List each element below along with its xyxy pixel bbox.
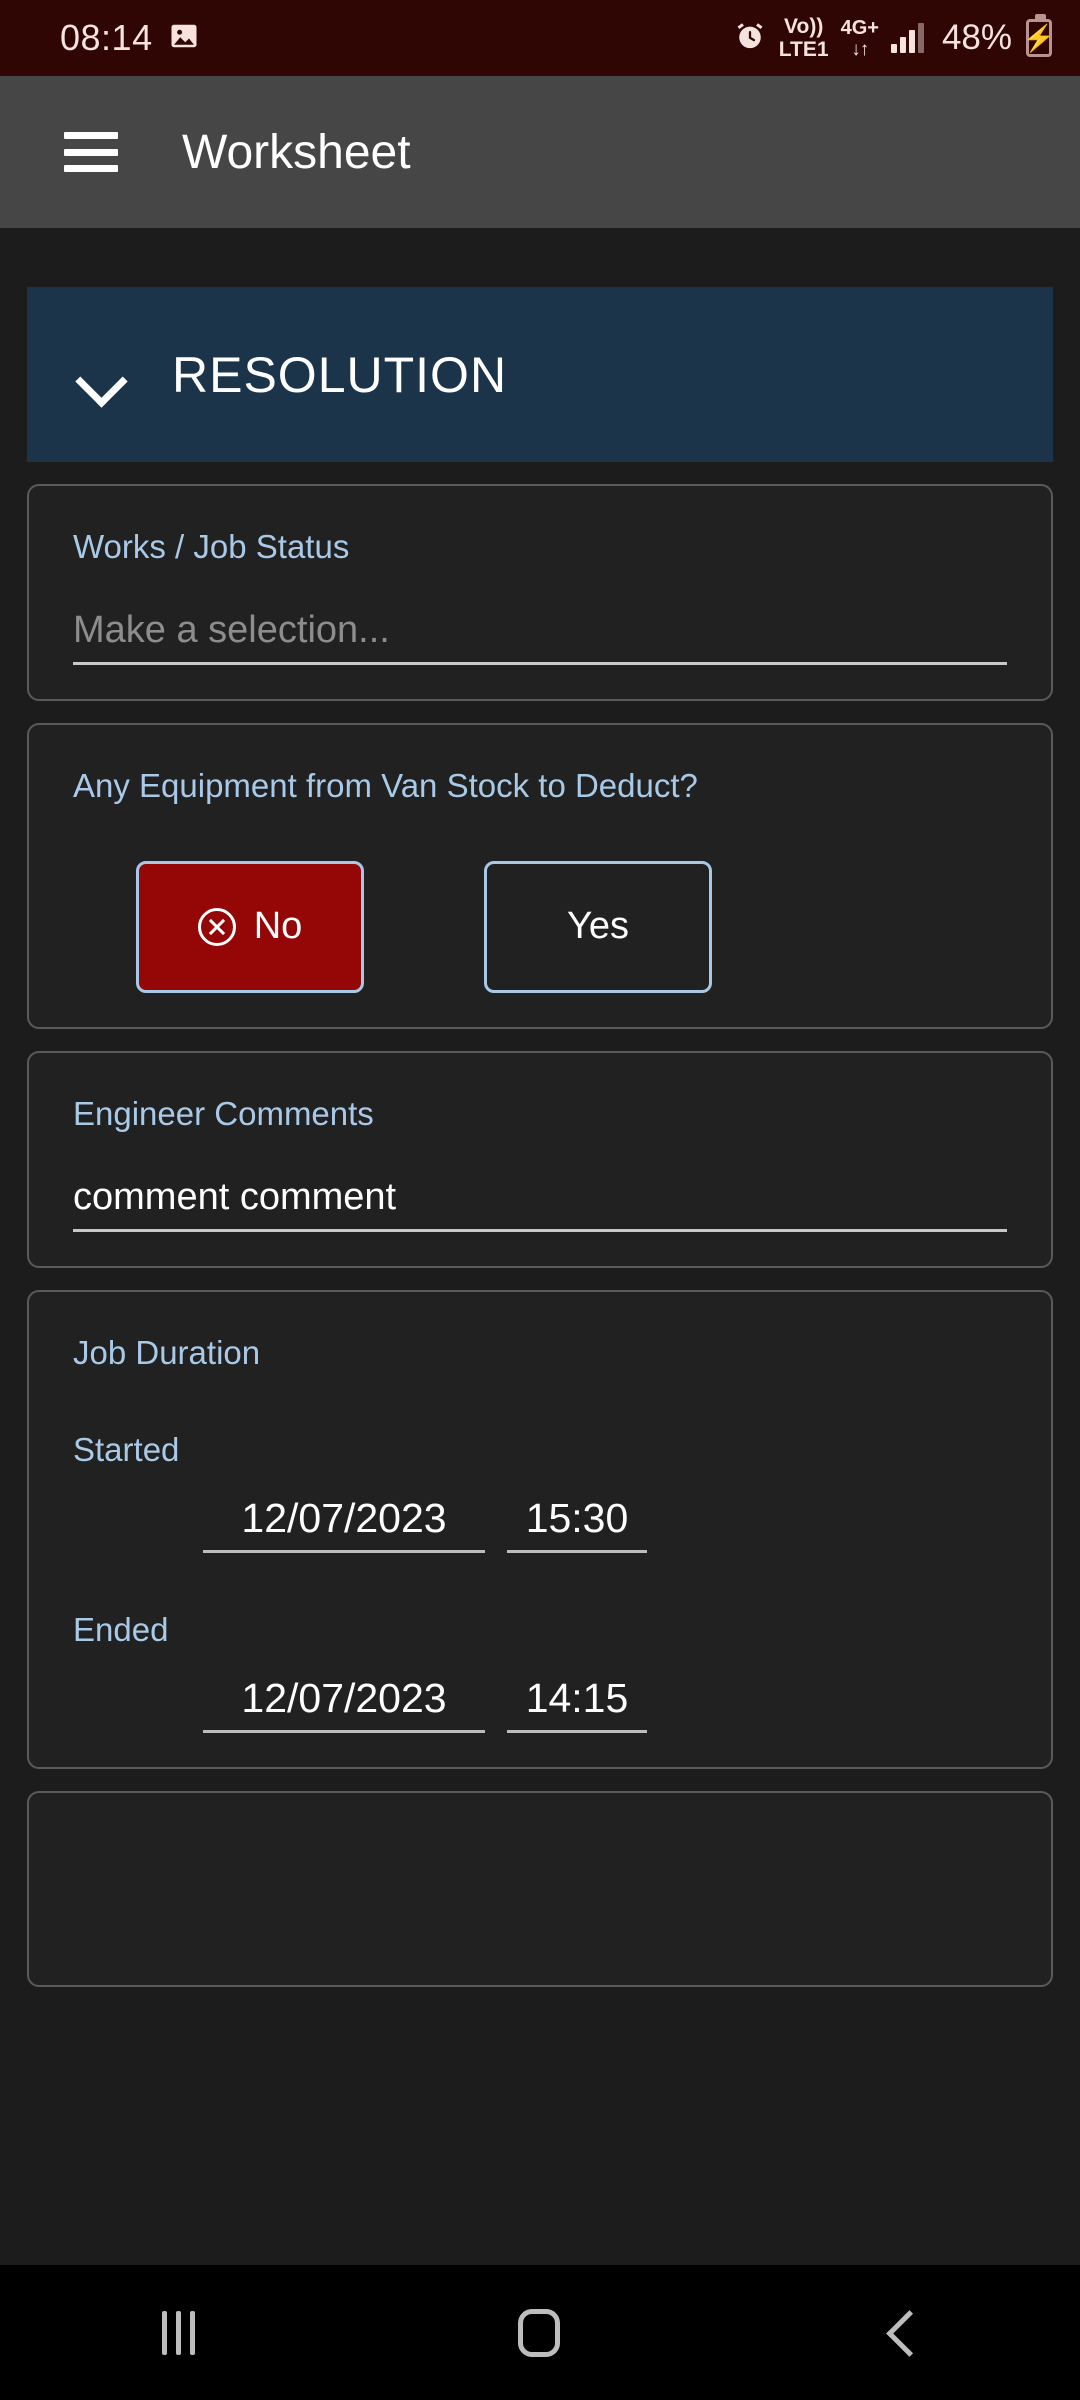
van-stock-option-yes-label: Yes (567, 905, 629, 947)
chevron-down-icon (75, 349, 127, 401)
worksheet-content: RESOLUTION Works / Job Status Make a sel… (0, 228, 1080, 2265)
card-engineer-comments: Engineer Comments comment comment (27, 1050, 1053, 1268)
status-bar-left: 08:14 (60, 17, 199, 59)
network-indicator: 4G+ ↓↑ (841, 18, 879, 59)
label-engineer-comments: Engineer Comments (73, 1094, 374, 1132)
label-ended: Ended (73, 1611, 169, 1648)
job-status-select[interactable]: Make a selection... (73, 609, 1007, 666)
van-stock-option-yes[interactable]: Yes (484, 860, 712, 993)
app-bar: Worksheet (0, 76, 1080, 228)
recents-icon[interactable] (161, 2310, 195, 2355)
volte-indicator: Vo)) LTE1 (779, 16, 829, 60)
ended-time-input[interactable]: 14:15 (507, 1675, 647, 1733)
status-bar-right: Vo)) LTE1 4G+ ↓↑ 48% ⚡ (733, 14, 1055, 60)
android-nav-bar (0, 2265, 1080, 2400)
ended-datetime-row: 12/07/2023 14:15 (73, 1675, 1007, 1733)
volte-label: Vo)) (784, 15, 824, 38)
started-date-input[interactable]: 12/07/2023 (203, 1495, 485, 1553)
card-job-duration: Job Duration Started 12/07/2023 15:30 En… (27, 1289, 1053, 1769)
engineer-comments-input[interactable]: comment comment (73, 1176, 1007, 1232)
data-arrows-icon: ↓↑ (851, 38, 869, 60)
label-started: Started (73, 1431, 180, 1468)
page-title: Worksheet (182, 125, 411, 179)
label-van-stock: Any Equipment from Van Stock to Deduct? (73, 767, 698, 805)
van-stock-option-no[interactable]: No (136, 860, 364, 993)
image-icon (169, 21, 199, 56)
van-stock-choice-group: No Yes (73, 860, 1007, 993)
ended-date-input[interactable]: 12/07/2023 (203, 1675, 485, 1733)
network-type-label: 4G+ (840, 16, 879, 39)
card-job-status: Works / Job Status Make a selection... (27, 484, 1053, 702)
phone-screen: 08:14 Vo)) LTE1 4G+ ↓↑ 48% ⚡ Worksheet R… (0, 0, 1080, 2400)
started-datetime-row: 12/07/2023 15:30 (73, 1495, 1007, 1553)
label-job-status: Works / Job Status (73, 528, 350, 565)
alarm-clock-icon (733, 19, 767, 58)
card-van-stock: Any Equipment from Van Stock to Deduct? … (27, 723, 1053, 1029)
battery-percent-label: 48% (941, 18, 1012, 57)
back-icon[interactable] (883, 2315, 919, 2351)
signal-bars-icon (890, 23, 924, 53)
section-title: RESOLUTION (172, 346, 508, 403)
home-icon[interactable] (517, 2308, 560, 2357)
battery-charging-icon: ⚡ (1023, 14, 1055, 57)
label-job-duration: Job Duration (73, 1333, 261, 1371)
status-bar: 08:14 Vo)) LTE1 4G+ ↓↑ 48% ⚡ (0, 0, 1080, 76)
section-header-resolution[interactable]: RESOLUTION (27, 287, 1053, 462)
status-clock: 08:14 (60, 17, 153, 58)
hamburger-menu-icon[interactable] (64, 132, 118, 172)
sim-label: LTE1 (778, 38, 829, 61)
van-stock-option-no-label: No (253, 905, 303, 947)
x-circle-icon (197, 907, 236, 946)
started-time-input[interactable]: 15:30 (507, 1495, 647, 1553)
card-next-partial (27, 1791, 1053, 1987)
